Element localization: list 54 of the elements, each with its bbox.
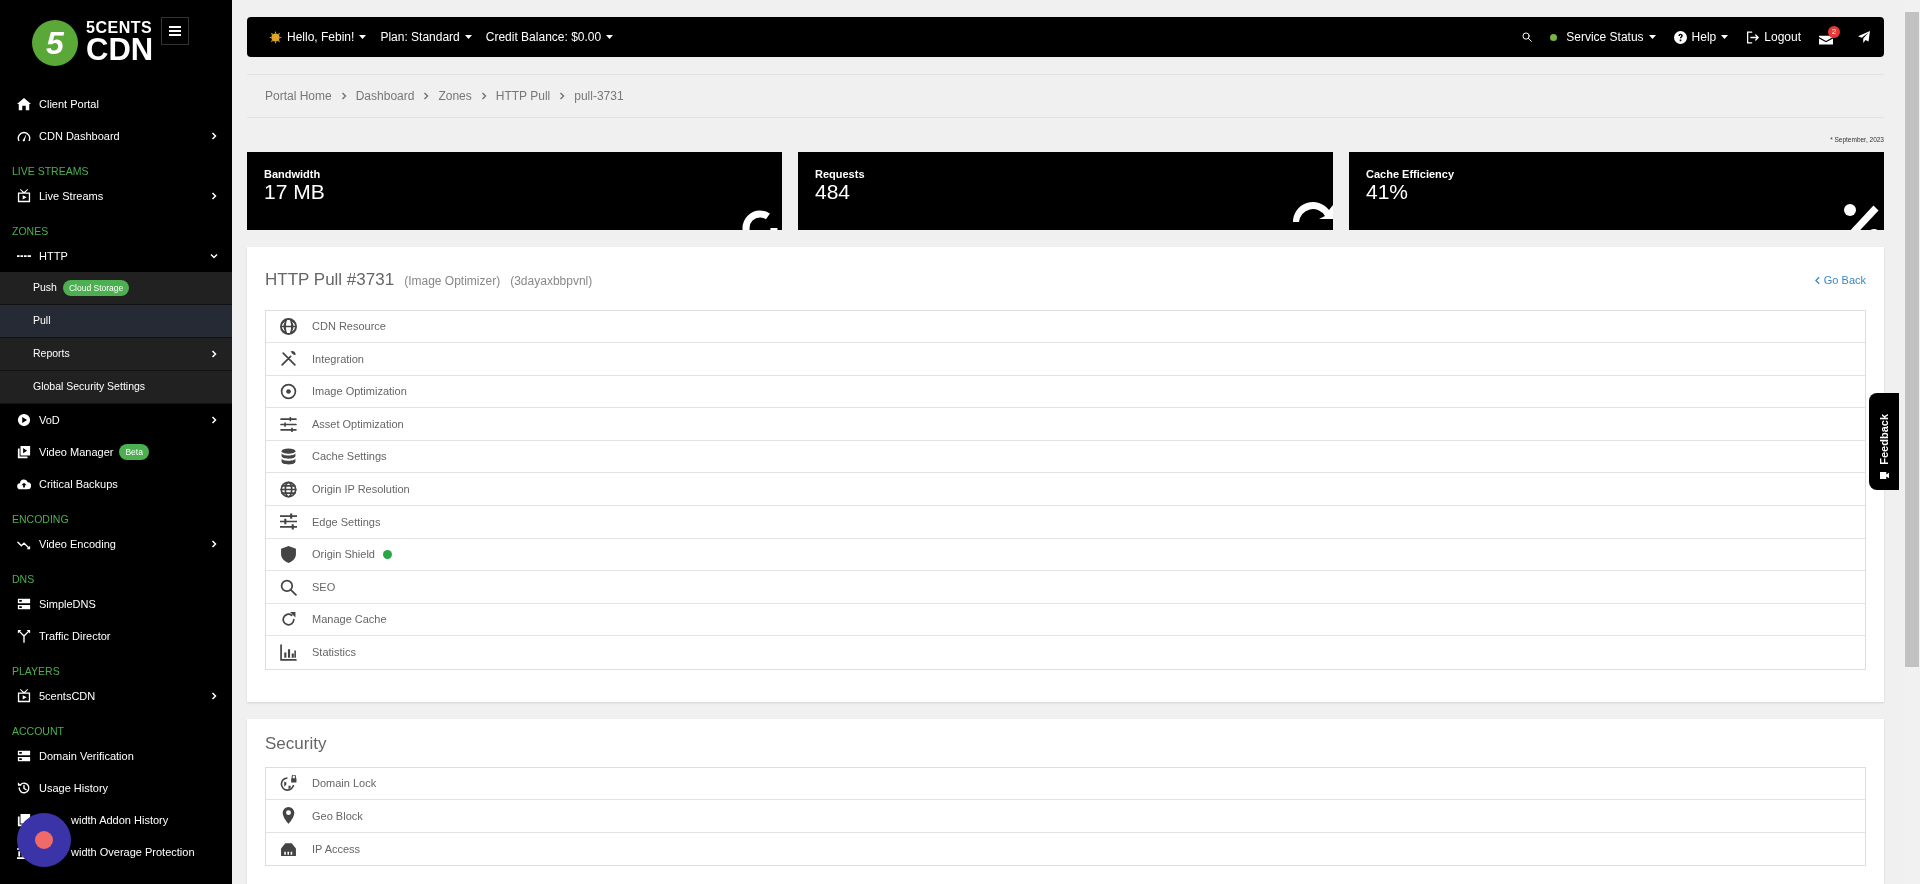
back-link[interactable]: Go Back [1814,272,1866,289]
stat-label: Requests [815,168,866,181]
zone-tag: (3dayaxbbpvnl) [510,272,593,290]
logout-link[interactable]: Logout [1746,28,1801,46]
section-label: ACCOUNT [11,724,65,739]
feedback-tab[interactable]: Feedback [1869,393,1899,490]
submenu-item[interactable]: Push Cloud Storage [0,272,232,305]
credit-menu[interactable]: Credit Balance: $0.00 [485,28,614,46]
sidebar-item[interactable]: Traffic Director [0,620,232,652]
section-label: PLAYERS [11,664,61,679]
sidebar-item[interactable]: Critical Backups [0,468,232,500]
sidebar-item[interactable]: Usage History [0,772,232,804]
messages-button[interactable]: 2 [1819,25,1840,49]
section-label: LIVE STREAMS [11,164,90,179]
sidebar-item[interactable]: CDN Dashboard [0,120,232,152]
sidebar-item[interactable]: Domain Verification [0,740,232,772]
sidebar-item[interactable]: Live Streams [0,180,232,212]
panel-title: HTTP Pull #3731 [265,269,395,291]
panel-title: Security [265,733,328,756]
help-menu[interactable]: Help [1673,28,1729,46]
logo-badge: 5 [32,20,78,66]
sidebar-item[interactable]: Video Encoding [0,528,232,560]
stat-value: 17 MB [264,181,326,203]
breadcrumb-link[interactable]: HTTP Pull [495,87,551,105]
breadcrumb-link[interactable]: Dashboard [355,87,415,105]
submenu-item[interactable]: Global Security Settings [0,371,232,404]
section-label: ZONES [11,224,50,239]
status-menu[interactable]: Service Status [1550,28,1656,46]
breadcrumb-link[interactable]: Zones [438,87,472,105]
stat-value: 484 [815,181,852,203]
count-badge: 2 [1828,25,1840,38]
section-label: DNS [11,572,36,587]
section-label: ENCODING [11,512,70,527]
sidebar-item[interactable]: HTTP [0,240,232,272]
sidebar-item[interactable]: 5centsCDN [0,680,232,712]
plan-menu[interactable]: Plan: Standard [380,28,472,46]
logo-text: CDN [86,36,154,64]
sidebar-item[interactable]: SimpleDNS [0,588,232,620]
zone-tag: (Image Optimizer) [404,272,501,290]
sidebar-item[interactable]: Video Manager Beta [0,436,232,468]
sidebar-item[interactable]: VoD [0,404,232,436]
breadcrumb-link[interactable]: pull-3731 [574,87,624,105]
sidebar-item[interactable]: Client Portal [0,88,232,120]
submenu-item[interactable]: Pull [0,305,232,338]
status-badge: Beta [119,443,149,461]
logo-text: 5CENTS [86,20,154,36]
status-badge: Cloud Storage [62,279,130,297]
user-menu[interactable]: Hello, Febin! [269,28,367,46]
stat-label: Cache Efficiency [1366,168,1456,181]
stat-value: 41% [1366,181,1410,203]
sidebar-item[interactable]: width Overage Protection [0,836,232,868]
stat-label: Bandwidth [264,168,322,181]
breadcrumb-link[interactable]: Portal Home [265,87,332,105]
submenu-item[interactable]: Reports [0,338,232,371]
